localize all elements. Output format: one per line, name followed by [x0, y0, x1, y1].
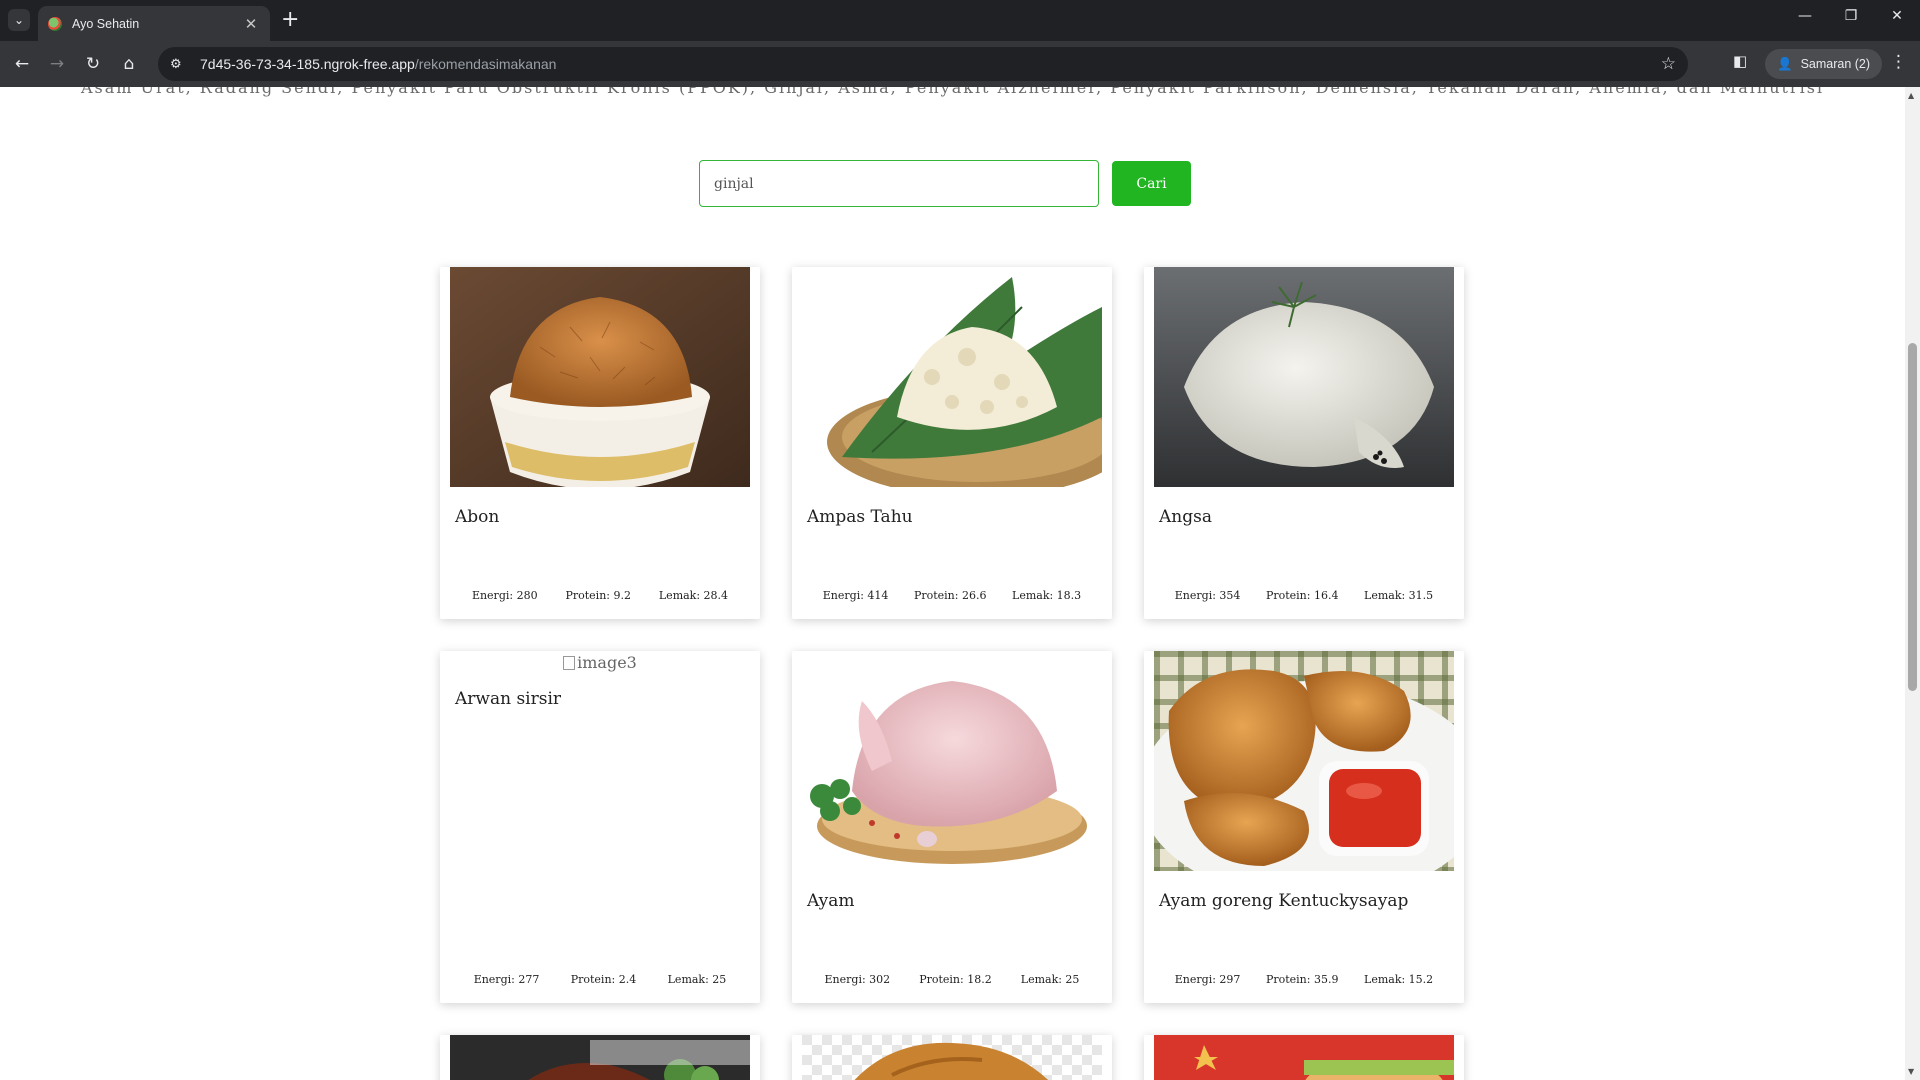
- protein-value: Protein: 2.4: [570, 973, 637, 986]
- page-scrollbar[interactable]: ▲ ▼: [1905, 87, 1920, 1080]
- disease-list: Asam Urat, Radang Sendi, Penyakit Paru O…: [80, 87, 1825, 97]
- food-image: [450, 1035, 750, 1080]
- tab-active[interactable]: Ayo Sehatin ✕: [38, 6, 270, 41]
- food-card[interactable]: Angsa Energi: 354 Protein: 16.4 Lemak: 3…: [1144, 267, 1464, 619]
- energy-value: Energi: 414: [822, 589, 889, 602]
- food-image-ampas-tahu: [802, 267, 1102, 487]
- food-card[interactable]: image3 Arwan sirsir Energi: 277 Protein:…: [440, 651, 760, 1003]
- food-card[interactable]: [792, 1035, 1112, 1080]
- protein-value: Protein: 9.2: [565, 589, 631, 602]
- protein-value: Protein: 35.9: [1265, 973, 1339, 986]
- favicon-icon: [48, 16, 62, 31]
- tab-strip: ⌄ Ayo Sehatin ✕ + — ❐ ✕: [0, 0, 1920, 41]
- search-button[interactable]: Cari: [1112, 161, 1191, 206]
- browser-toolbar: ← → ↻ ⌂ ⚙ 7d45-36-73-34-185.ngrok-free.a…: [0, 41, 1920, 87]
- energy-value: Energi: 277: [473, 973, 540, 986]
- protein-value: Protein: 18.2: [919, 973, 992, 986]
- food-card[interactable]: [1144, 1035, 1464, 1080]
- food-image: [802, 1035, 1102, 1080]
- scroll-down-icon[interactable]: ▼: [1908, 1067, 1914, 1076]
- broken-image-icon: image3: [440, 653, 760, 672]
- search-input[interactable]: [699, 160, 1099, 207]
- url-text: 7d45-36-73-34-185.ngrok-free.app/rekomen…: [200, 56, 556, 72]
- food-name: Arwan sirsir: [455, 689, 562, 709]
- fat-value: Lemak: 25: [1020, 973, 1080, 986]
- food-name: Ayam: [807, 891, 855, 911]
- page-viewport: Asam Urat, Radang Sendi, Penyakit Paru O…: [0, 87, 1905, 1080]
- fat-value: Lemak: 25: [667, 973, 727, 986]
- side-panel-icon[interactable]: ◧: [1733, 52, 1747, 70]
- star-icon[interactable]: ☆: [1661, 54, 1676, 74]
- nutrition-stats: Energi: 414 Protein: 26.6 Lemak: 18.3: [792, 589, 1112, 602]
- food-image-ayam-goreng: [1154, 651, 1454, 871]
- close-tab-icon[interactable]: ✕: [242, 15, 260, 33]
- fat-value: Lemak: 15.2: [1364, 973, 1434, 986]
- energy-value: Energi: 297: [1174, 973, 1241, 986]
- food-image-abon: [450, 267, 750, 487]
- scroll-up-icon[interactable]: ▲: [1908, 91, 1914, 100]
- url-host: 7d45-36-73-34-185.ngrok-free.app: [200, 56, 415, 72]
- food-card[interactable]: Ayam goreng Kentuckysayap Energi: 297 Pr…: [1144, 651, 1464, 1003]
- nutrition-stats: Energi: 297 Protein: 35.9 Lemak: 15.2: [1144, 973, 1464, 986]
- incognito-icon: 👤: [1777, 56, 1793, 71]
- protein-value: Protein: 16.4: [1265, 589, 1339, 602]
- food-name: Ayam goreng Kentuckysayap: [1159, 891, 1409, 911]
- nutrition-stats: Energi: 354 Protein: 16.4 Lemak: 31.5: [1144, 589, 1464, 602]
- nutrition-stats: Energi: 277 Protein: 2.4 Lemak: 25: [440, 973, 760, 986]
- profile-label: Samaran (2): [1800, 57, 1871, 71]
- food-card[interactable]: [440, 1035, 760, 1080]
- fat-value: Lemak: 18.3: [1012, 589, 1082, 602]
- scrollbar-thumb[interactable]: [1908, 343, 1917, 691]
- site-info-icon[interactable]: ⚙: [170, 57, 192, 72]
- food-card[interactable]: Ampas Tahu Energi: 414 Protein: 26.6 Lem…: [792, 267, 1112, 619]
- food-name: Abon: [455, 507, 500, 527]
- fat-value: Lemak: 31.5: [1364, 589, 1434, 602]
- image-alt-text: image3: [577, 653, 637, 672]
- address-bar[interactable]: ⚙ 7d45-36-73-34-185.ngrok-free.app/rekom…: [158, 47, 1688, 81]
- nutrition-stats: Energi: 280 Protein: 9.2 Lemak: 28.4: [440, 589, 760, 602]
- profile-button[interactable]: 👤 Samaran (2): [1765, 49, 1883, 79]
- energy-value: Energi: 280: [471, 589, 538, 602]
- food-image: [1154, 1035, 1454, 1080]
- back-icon[interactable]: ←: [10, 52, 34, 76]
- tab-title: Ayo Sehatin: [72, 16, 140, 31]
- food-name: Ampas Tahu: [807, 507, 913, 527]
- food-card[interactable]: Ayam Energi: 302 Protein: 18.2 Lemak: 25: [792, 651, 1112, 1003]
- new-tab-button[interactable]: +: [281, 7, 299, 33]
- energy-value: Energi: 354: [1174, 589, 1241, 602]
- url-path: /rekomendasimakanan: [414, 56, 557, 72]
- chevron-down-icon[interactable]: ⌄: [8, 9, 30, 31]
- forward-icon[interactable]: →: [45, 52, 69, 76]
- home-icon[interactable]: ⌂: [117, 52, 141, 76]
- minimize-icon[interactable]: —: [1790, 8, 1820, 24]
- food-name: Angsa: [1159, 507, 1212, 527]
- fat-value: Lemak: 28.4: [658, 589, 729, 602]
- kebab-menu-icon[interactable]: ⋮: [1890, 52, 1907, 72]
- food-image-angsa: [1154, 267, 1454, 487]
- energy-value: Energi: 302: [824, 973, 891, 986]
- reload-icon[interactable]: ↻: [81, 52, 105, 76]
- food-card[interactable]: Abon Energi: 280 Protein: 9.2 Lemak: 28.…: [440, 267, 760, 619]
- restore-icon[interactable]: ❐: [1836, 8, 1866, 24]
- nutrition-stats: Energi: 302 Protein: 18.2 Lemak: 25: [792, 973, 1112, 986]
- protein-value: Protein: 26.6: [913, 589, 987, 602]
- close-icon[interactable]: ✕: [1882, 8, 1912, 24]
- food-image-ayam: [802, 651, 1102, 871]
